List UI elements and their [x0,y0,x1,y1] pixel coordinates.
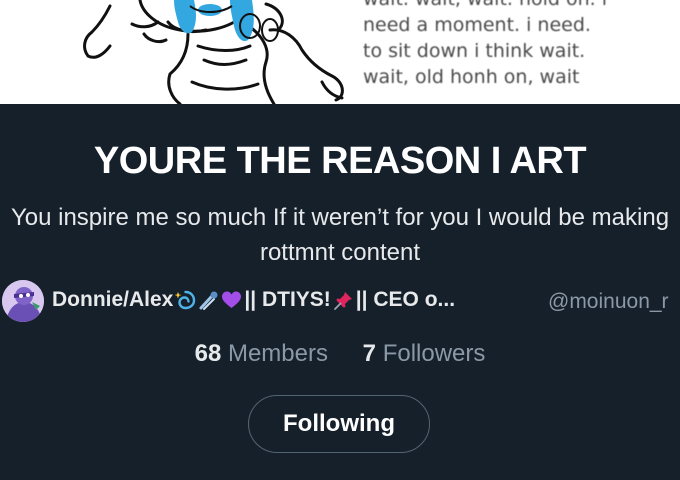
comet-icon [199,291,218,310]
community-owner[interactable]: Donnie/Alex || DTIYS! || CEO o... @moinu… [0,280,680,324]
community-title: YOURE THE REASON I ART [93,140,587,182]
banner-handwritten-text: wait. wait, wait. hold on. i need a mome… [363,0,680,90]
owner-handle[interactable]: @moinuon_r [548,290,669,314]
purple-heart-icon [222,291,242,308]
avatar-illustration [2,280,44,322]
banner-text-line: need a moment. i need. [363,14,591,36]
banner-sketch-illustration [83,0,344,104]
owner-name-text: Donnie/Alex [52,288,174,311]
members-number: 68 [194,340,222,367]
members-count[interactable]: 68 Members [195,340,328,368]
owner-name-text: || CEO o... [355,288,456,311]
community-stats: 68 Members 7 Followers [0,340,680,368]
followers-label: Followers [382,340,486,367]
following-button[interactable]: Following [248,395,430,453]
banner-text-line: to sit down i think wait. [363,40,586,62]
banner-text-line: wait, old honh on, wait [363,66,580,88]
followers-count[interactable]: 7 Followers [363,340,486,368]
avatar[interactable] [2,280,44,322]
owner-name-text: || DTIYS! [244,288,331,311]
followers-number: 7 [362,340,377,367]
owner-name[interactable]: Donnie/Alex || DTIYS! || CEO o... [52,288,455,312]
community-banner: wait. wait, wait. hold on. i need a mome… [0,0,680,104]
members-label: Members [227,340,328,367]
dizzy-icon [175,290,196,309]
community-description: You inspire me so much If it weren’t for… [10,204,670,266]
community-info-panel: YOURE THE REASON I ART You inspire me so… [0,104,680,480]
banner-text-line: wait. wait, wait. hold on. i [363,0,680,12]
pushpin-icon [333,291,352,310]
